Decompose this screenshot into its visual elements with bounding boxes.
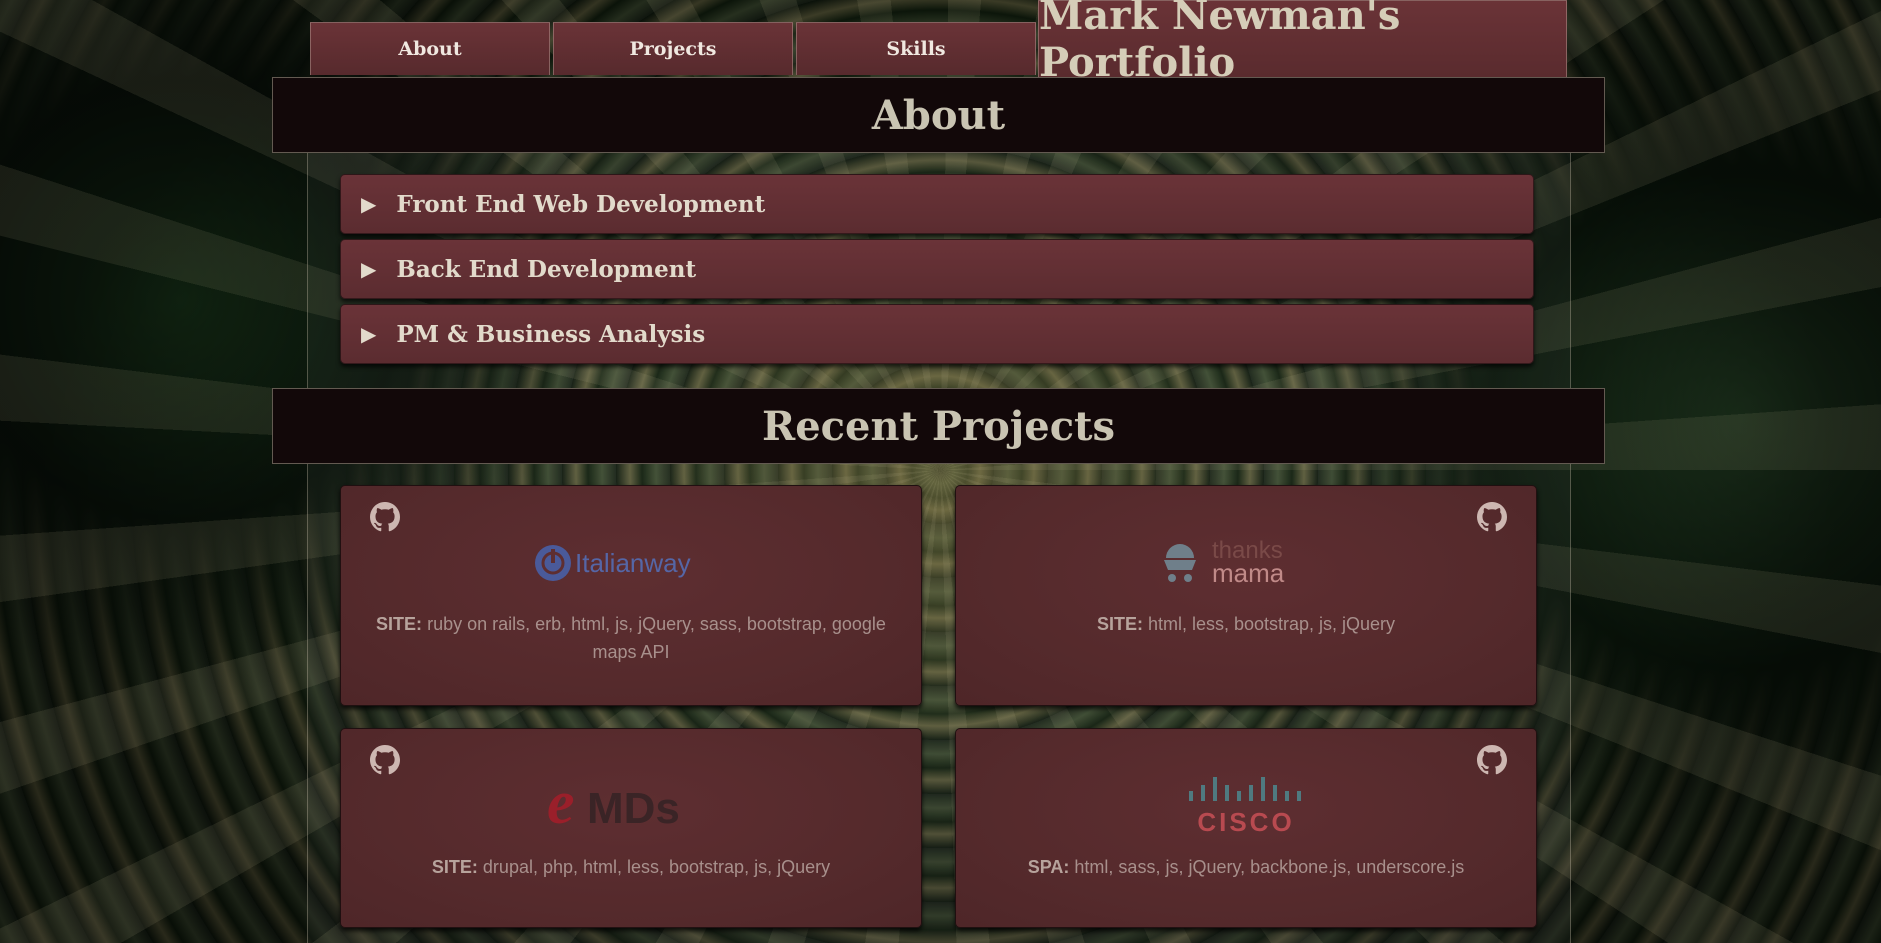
- github-icon[interactable]: [1477, 745, 1507, 775]
- site-title: Mark Newman's Portfolio: [1038, 0, 1567, 86]
- italianway-logo: Italianway: [341, 541, 921, 585]
- accordion-front-end[interactable]: ▶ Front End Web Development: [340, 174, 1534, 234]
- triangle-right-icon: ▶: [361, 322, 377, 346]
- tab-projects[interactable]: Projects: [553, 22, 793, 75]
- triangle-right-icon: ▶: [361, 257, 377, 281]
- cisco-logo: CISCO: [956, 773, 1536, 835]
- emds-logo: e MDs: [341, 773, 921, 833]
- accordion-label: PM & Business Analysis: [396, 320, 706, 348]
- project-tech: SITE: ruby on rails, erb, html, js, jQue…: [376, 614, 886, 662]
- project-card-emds[interactable]: e MDs SITE: drupal, php, html, less, boo…: [340, 728, 922, 928]
- project-card-italianway[interactable]: Italianway SITE: ruby on rails, erb, htm…: [340, 485, 922, 706]
- svg-text:MDs: MDs: [587, 784, 680, 833]
- github-icon[interactable]: [370, 502, 400, 532]
- accordion-back-end[interactable]: ▶ Back End Development: [340, 239, 1534, 299]
- project-card-cisco[interactable]: CISCO SPA: html, sass, js, jQuery, backb…: [955, 728, 1537, 928]
- project-tech: SPA: html, sass, js, jQuery, backbone.js…: [1027, 857, 1465, 877]
- project-card-thanksmama[interactable]: thanks mama SITE: html, less, bootstrap,…: [955, 485, 1537, 706]
- top-nav: About Projects Skills: [310, 22, 1039, 77]
- projects-heading: Recent Projects: [272, 388, 1605, 464]
- accordion-label: Back End Development: [396, 255, 697, 283]
- svg-text:mama: mama: [1212, 558, 1285, 588]
- svg-text:CISCO: CISCO: [1197, 807, 1294, 835]
- about-heading: About: [272, 77, 1605, 153]
- accordion-pm-business[interactable]: ▶ PM & Business Analysis: [340, 304, 1534, 364]
- triangle-right-icon: ▶: [361, 192, 377, 216]
- svg-text:Italianway: Italianway: [575, 548, 691, 578]
- github-icon[interactable]: [370, 745, 400, 775]
- tab-skills[interactable]: Skills: [796, 22, 1036, 75]
- github-icon[interactable]: [1477, 502, 1507, 532]
- svg-text:e: e: [547, 773, 575, 833]
- tab-about[interactable]: About: [310, 22, 550, 75]
- project-tech: SITE: drupal, php, html, less, bootstrap…: [431, 857, 831, 877]
- accordion-label: Front End Web Development: [396, 190, 766, 218]
- project-tech: SITE: html, less, bootstrap, js, jQuery: [1096, 614, 1396, 634]
- thanksmama-logo: thanks mama: [956, 536, 1536, 588]
